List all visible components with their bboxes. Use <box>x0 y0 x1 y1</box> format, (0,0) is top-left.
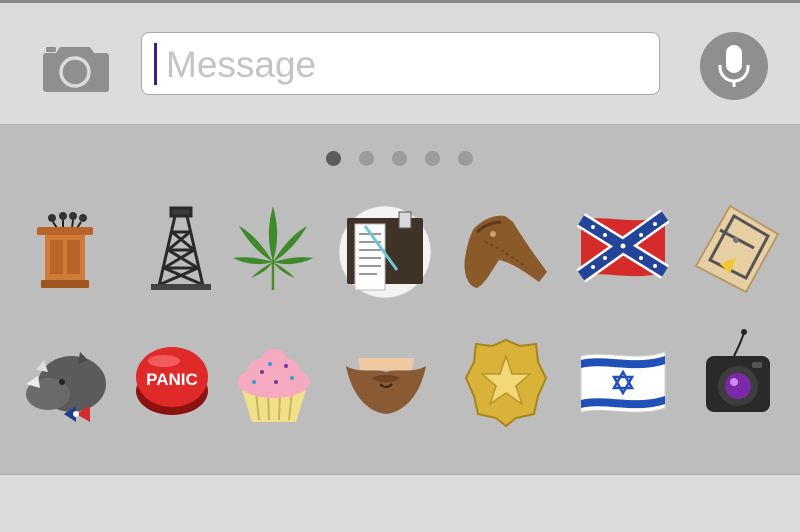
holster-icon <box>464 215 547 288</box>
sheriff-badge-icon <box>464 338 548 428</box>
mousetrap-sticker[interactable] <box>690 200 786 296</box>
cannabis-leaf-sticker[interactable] <box>225 200 321 296</box>
cupcake-icon <box>238 349 310 422</box>
oil-derrick-sticker[interactable] <box>133 202 229 298</box>
rhino-sticker[interactable] <box>18 338 114 434</box>
page-dot-3[interactable] <box>392 151 407 166</box>
confederate-flag-icon <box>576 209 670 283</box>
message-input[interactable] <box>164 39 648 91</box>
microphone-button[interactable] <box>700 32 768 100</box>
bottom-toolbar <box>0 474 800 532</box>
page-indicator <box>326 151 473 167</box>
camera-button[interactable] <box>40 41 110 93</box>
message-input-bar <box>0 3 800 125</box>
microphone-icon <box>718 45 750 87</box>
sheriff-badge-sticker[interactable] <box>458 334 554 430</box>
page-dot-2[interactable] <box>359 151 374 166</box>
clipboard-icon <box>338 205 432 299</box>
holster-sticker[interactable] <box>455 202 551 298</box>
mousetrap-icon <box>694 204 780 294</box>
podium-icon <box>37 212 93 288</box>
page-dot-4[interactable] <box>425 151 440 166</box>
oil-derrick-icon <box>151 206 211 290</box>
cannabis-leaf-icon <box>233 206 313 290</box>
cupcake-sticker[interactable] <box>226 338 322 434</box>
camera-antenna-sticker[interactable] <box>690 326 786 422</box>
text-caret <box>154 43 157 85</box>
message-field[interactable] <box>141 32 660 95</box>
panic-button-sticker[interactable]: PANIC <box>124 331 220 427</box>
beard-sticker[interactable] <box>338 338 434 434</box>
israel-flag-icon <box>580 351 666 413</box>
panic-label: PANIC <box>146 370 198 389</box>
page-dot-1[interactable] <box>326 151 341 166</box>
panic-button-icon: PANIC <box>136 347 208 415</box>
clipboard-sticker[interactable] <box>337 204 433 300</box>
camera-icon <box>43 47 109 92</box>
camera-with-antenna-icon <box>706 329 770 412</box>
rhino-icon <box>26 352 106 422</box>
israel-flag-sticker[interactable] <box>575 336 671 432</box>
confederate-flag-sticker[interactable] <box>575 202 671 298</box>
beard-icon <box>346 358 426 414</box>
page-dot-5[interactable] <box>458 151 473 166</box>
podium-sticker[interactable] <box>17 202 113 298</box>
